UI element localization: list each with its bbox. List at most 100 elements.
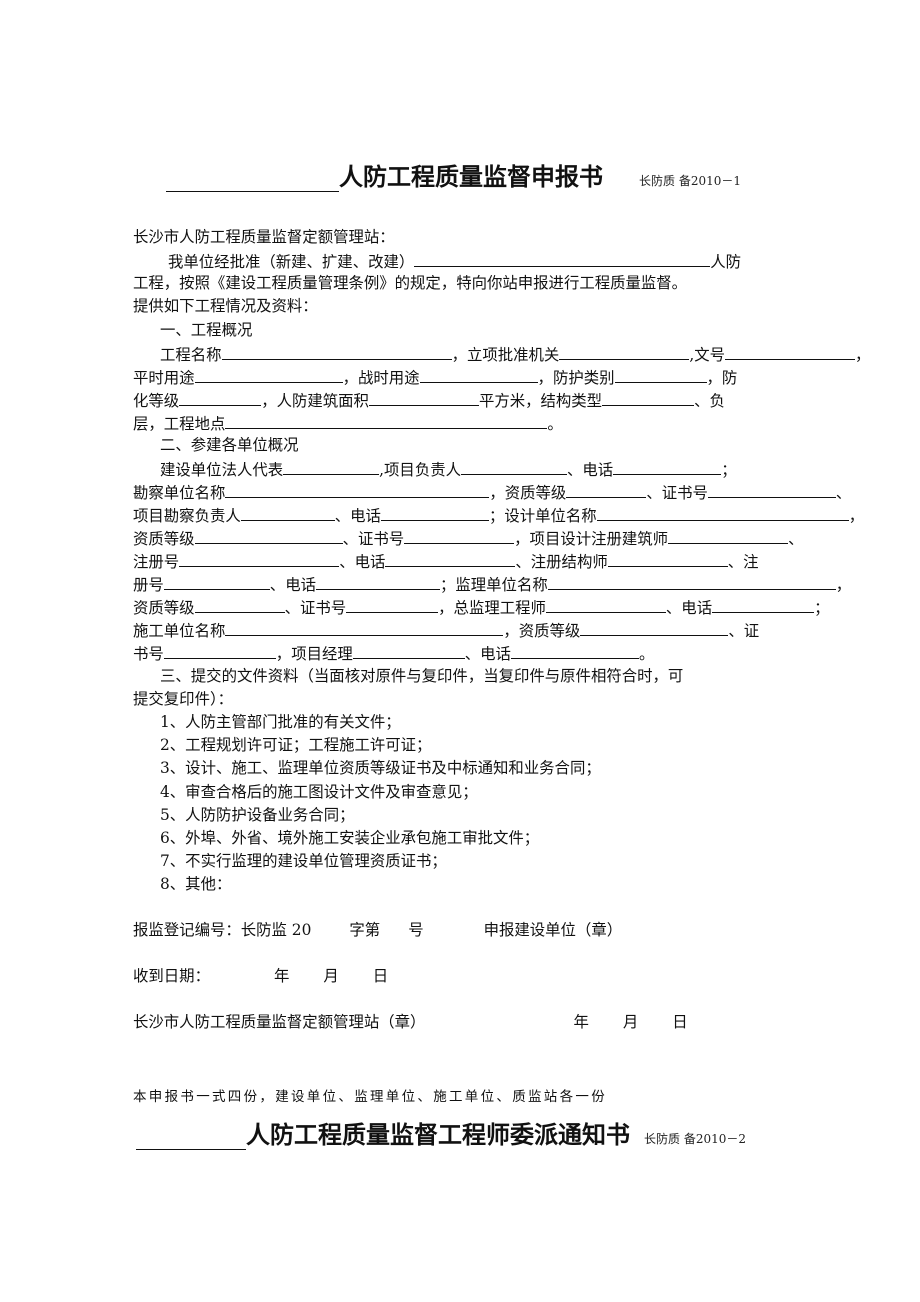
- label-reg-no: 册号: [133, 576, 164, 594]
- war-use-field[interactable]: [419, 366, 538, 383]
- design-unit-field[interactable]: [596, 504, 849, 521]
- label-architect: ，项目设计注册建筑师: [514, 530, 669, 548]
- area-field[interactable]: [368, 389, 479, 406]
- label-peace-use: 平时用途: [133, 369, 195, 387]
- supervision-qualification-field[interactable]: [194, 596, 285, 613]
- label-legal-rep: 建设单位法人代表: [160, 461, 284, 479]
- supervisor-phone-field[interactable]: [712, 596, 815, 613]
- doc-no-field[interactable]: [725, 343, 856, 360]
- punct: ；: [814, 599, 830, 617]
- structural-reg-field[interactable]: [163, 573, 270, 590]
- survey-cert-field[interactable]: [707, 481, 836, 498]
- label-qualification: ，资质等级: [489, 484, 567, 502]
- structural-phone-field[interactable]: [315, 573, 440, 590]
- intro-line-3: 提供如下工程情况及资料：: [133, 297, 318, 315]
- label-phone: 、电话: [567, 461, 614, 479]
- s2-line-3: 项目勘察负责人 、电话 ；设计单位名称 ，: [133, 504, 864, 526]
- approval-authority-field[interactable]: [559, 343, 690, 360]
- section3-heading-cont: 提交复印件）：: [133, 690, 234, 708]
- s2-line-7: 资质等级 、证书号 ，总监理工程师 、电话 ；: [133, 596, 830, 618]
- punct: ，: [855, 346, 871, 364]
- project-name-field[interactable]: [221, 343, 452, 360]
- label-chief-supervisor: ，总监理工程师: [438, 599, 546, 617]
- phone-field[interactable]: [613, 458, 722, 475]
- hua-grade-field[interactable]: [179, 389, 262, 406]
- label-doc-no: ,文号: [689, 346, 726, 364]
- construction-unit-field[interactable]: [225, 619, 504, 636]
- label-project-name: 工程名称: [160, 346, 222, 364]
- s1-line-1: 工程名称 ，立项批准机关 ,文号 ，: [160, 343, 870, 365]
- label-construction-unit: 施工单位名称: [133, 622, 226, 640]
- label-qualification: 资质等级: [133, 599, 195, 617]
- doc-item: 3、设计、施工、监理单位资质等级证书及中标通知和业务合同；: [160, 759, 601, 777]
- form2-code: 长防质 备2010－2: [644, 1132, 746, 1146]
- legal-rep-field[interactable]: [283, 458, 380, 475]
- construction-phone-field[interactable]: [510, 642, 639, 659]
- protection-type-field[interactable]: [614, 366, 707, 383]
- construction-qualification-field[interactable]: [580, 619, 729, 636]
- construction-cert-field[interactable]: [163, 642, 276, 659]
- form2-title: 人防工程质量监督工程师委派通知书: [246, 1121, 630, 1149]
- label-cert-no: 、证书号: [284, 599, 347, 617]
- structural-engineer-field[interactable]: [607, 550, 728, 567]
- label-structural-engineer: 、注册结构师: [515, 553, 608, 571]
- title-blank-field[interactable]: [166, 169, 339, 192]
- label-reg-no: 注册号: [133, 553, 180, 571]
- punct: 。: [547, 415, 563, 433]
- received-month: 月: [323, 967, 339, 985]
- s2-line-6: 册号 、电话 ；监理单位名称 ，: [133, 573, 851, 595]
- station-day: 日: [672, 1013, 688, 1031]
- label-qualification: ，资质等级: [503, 622, 581, 640]
- label-survey-unit: 勘察单位名称: [133, 484, 226, 502]
- label-project-manager: ，项目经理: [275, 645, 353, 663]
- label-cert-no: 、证书号: [646, 484, 708, 502]
- survey-unit-field[interactable]: [225, 481, 490, 498]
- addressee: 长沙市人防工程质量监督定额管理站：: [133, 228, 395, 246]
- supervision-unit-field[interactable]: [547, 573, 836, 590]
- intro-text: 我单位经批准（新建、扩建、改建）: [168, 253, 415, 271]
- form1-code: 长防质 备2010－1: [639, 174, 741, 188]
- label-protection-type: ，防护类别: [537, 369, 615, 387]
- supervision-cert-field[interactable]: [346, 596, 439, 613]
- s2-line-1: 建设单位法人代表 ,项目负责人 、电话 ；: [160, 458, 737, 480]
- design-qualification-field[interactable]: [194, 527, 343, 544]
- label-war-use: ，战时用途: [342, 369, 420, 387]
- punct: 。: [638, 645, 655, 663]
- survey-phone-field[interactable]: [380, 504, 489, 521]
- architect-phone-field[interactable]: [385, 550, 516, 567]
- doc-item: 5、人防防护设备业务合同；: [160, 806, 355, 824]
- label-fu: 、负: [694, 392, 725, 410]
- doc-item: 4、审查合格后的施工图设计文件及审查意见；: [160, 783, 478, 801]
- label-fang: ，防: [706, 369, 738, 387]
- label-project-lead: ,项目负责人: [379, 461, 461, 479]
- construction-type-field[interactable]: [414, 250, 711, 267]
- s1-line-4: 层，工程地点 。: [133, 412, 563, 434]
- peace-use-field[interactable]: [194, 366, 343, 383]
- registration-hao: 号: [408, 921, 424, 939]
- doc-item: 6、外埠、外省、境外施工安装企业承包施工审批文件；: [160, 829, 540, 847]
- label-location: 层，工程地点: [133, 415, 226, 433]
- chief-supervisor-field[interactable]: [545, 596, 666, 613]
- label-approval-authority: ，立项批准机关: [451, 346, 560, 364]
- title-blank-field[interactable]: [136, 1127, 246, 1150]
- design-cert-field[interactable]: [404, 527, 515, 544]
- copies-note: 本申报书一式四份，建设单位、监理单位、施工单位、质监站各一份: [133, 1089, 607, 1105]
- doc-item: 2、工程规划许可证；工程施工许可证；: [160, 736, 432, 754]
- label-structure-type: 平方米，结构类型: [478, 392, 603, 410]
- label-survey-lead: 项目勘察负责人: [133, 507, 241, 525]
- survey-lead-field[interactable]: [240, 504, 335, 521]
- label-zhu: 、注: [727, 553, 759, 571]
- punct: 、: [835, 484, 852, 502]
- label-phone: 、电话: [464, 645, 511, 663]
- project-manager-field[interactable]: [352, 642, 465, 659]
- label-phone: 、电话: [665, 599, 713, 617]
- location-field[interactable]: [225, 412, 548, 429]
- project-lead-field[interactable]: [461, 458, 567, 475]
- label-phone: 、电话: [269, 576, 316, 594]
- survey-qualification-field[interactable]: [566, 481, 647, 498]
- architect-field[interactable]: [668, 527, 789, 544]
- label-design-unit: ；设计单位名称: [488, 507, 597, 525]
- architect-reg-field[interactable]: [179, 550, 340, 567]
- form1-title-row: 人防工程质量监督申报书 长防质 备2010－1: [166, 158, 741, 192]
- structure-type-field[interactable]: [602, 389, 695, 406]
